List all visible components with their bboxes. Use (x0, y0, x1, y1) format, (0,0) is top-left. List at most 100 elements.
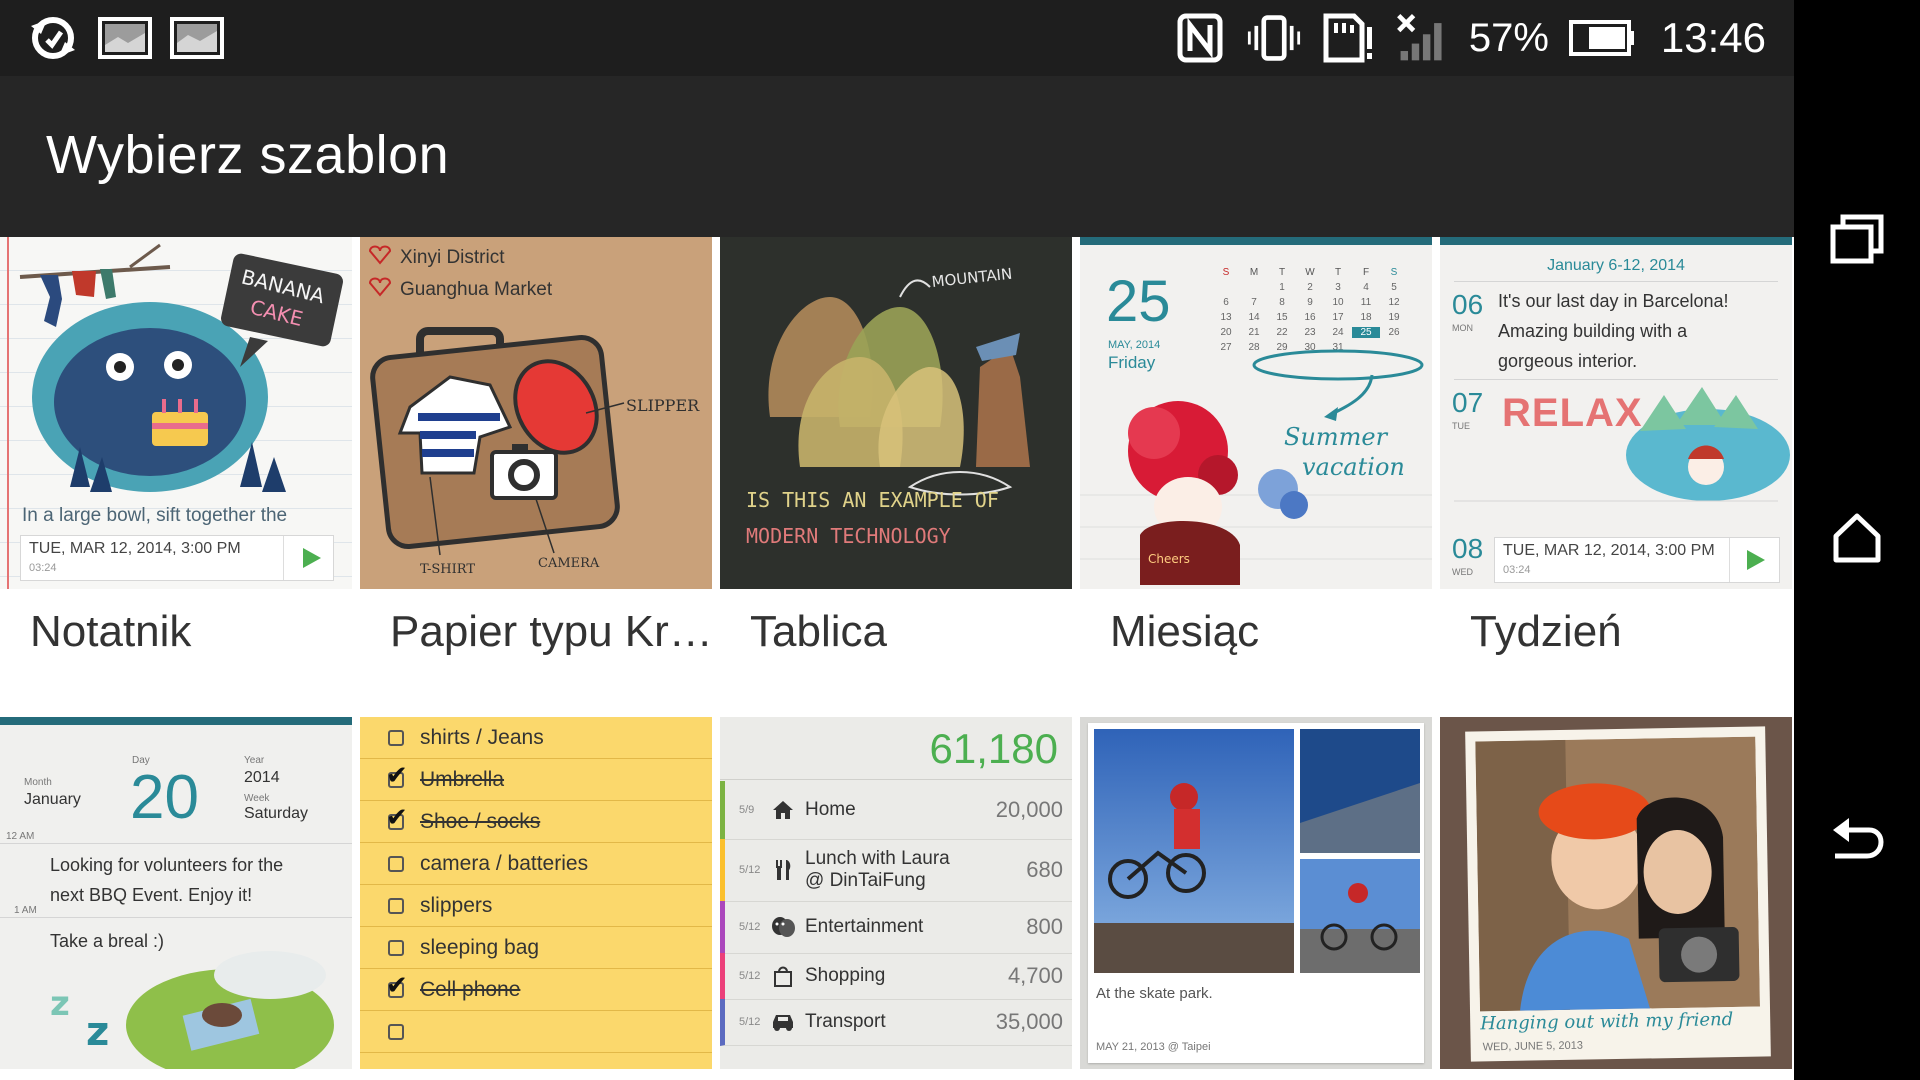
template-label-tablica: Tablica (750, 607, 887, 656)
home-button[interactable] (1824, 507, 1890, 573)
checklist-item[interactable]: ✔ Umbrella (360, 759, 712, 801)
page-title: Wybierz szablon (46, 125, 450, 185)
expense-total: 61,180 (929, 725, 1058, 772)
expense-row[interactable]: 5/12 Shopping 4,700 (720, 953, 1072, 1000)
checklist-item[interactable]: camera / batteries (360, 843, 712, 885)
expense-label-line1: Shopping (805, 965, 886, 986)
expense-label: Entertainment (805, 916, 1026, 938)
checklist-item[interactable]: ✔ Shoe / socks (360, 801, 712, 843)
expense-label: Transport (805, 1011, 996, 1033)
status-bar-left (26, 8, 224, 68)
checklist-item-text: Umbrella (420, 767, 505, 791)
recent-apps-button[interactable] (1824, 208, 1890, 274)
expense-row[interactable]: 5/12 Lunch with Laura @ DinTaiFung 680 (720, 839, 1072, 902)
label-camera: CAMERA (538, 556, 600, 571)
clock: 13:46 (1660, 14, 1766, 61)
car-icon (769, 1008, 797, 1036)
template-notatnik-tile[interactable]: BANANA CAKE In a large bowl, sift togeth… (0, 237, 352, 589)
screen: 57% 13:46 Wybierz szablon BANANA CAKE In… (0, 0, 1794, 1080)
battery-icon (1568, 11, 1635, 65)
expense-date: 5/9 (739, 804, 755, 816)
template-photo-tile[interactable]: At the skate park. MAY 21, 2013 @ Taipei (1080, 717, 1432, 1069)
sync-icon (26, 11, 80, 65)
checkbox[interactable] (388, 897, 404, 914)
badge-cheers: Cheers (1148, 552, 1190, 566)
fork-knife-icon (769, 856, 797, 884)
app-bar: Wybierz szablon (0, 76, 1794, 237)
audio-entry[interactable]: TUE, MAR 12, 2014, 3:00 PM 03:24 (20, 535, 334, 581)
play-icon[interactable] (301, 546, 323, 574)
checklist-item[interactable]: shirts / Jeans (360, 717, 712, 759)
expense-amount: 680 (1026, 857, 1063, 882)
entry-date: TUE, MAR 12, 2014, 3:00 PM (29, 540, 241, 557)
expense-label-line1: Entertainment (805, 916, 924, 937)
template-kraft-tile[interactable]: SLIPPER T-SHIRT CAMERA Xinyi District Gu… (360, 237, 712, 589)
expense-label-line1: Transport (805, 1011, 886, 1032)
checklist-item[interactable]: slippers (360, 885, 712, 927)
checklist-item-text: slippers (420, 893, 493, 917)
expense-date: 5/12 (739, 970, 761, 982)
expense-row[interactable]: 5/12 Transport 35,000 (720, 999, 1072, 1046)
expense-amount: 20,000 (995, 797, 1063, 822)
label-mountain: MOUNTAIN (931, 265, 1013, 291)
checklist-item[interactable] (360, 1011, 712, 1053)
shopping-bag-icon (769, 962, 797, 990)
expense-row[interactable]: 5/12 Entertainment 800 (720, 901, 1072, 954)
template-day-tile[interactable]: Month January Day 20 Year 2014 Week Satu… (0, 717, 352, 1069)
nfc-icon (1173, 11, 1227, 65)
template-tydzien-tile[interactable]: January 6-12, 2014 06 MON It's our last … (1440, 237, 1792, 589)
checklist-item-text: shirts / Jeans (420, 725, 544, 749)
note-vacation: vacation (1302, 453, 1405, 481)
note-text: In a large bowl, sift together the (22, 505, 288, 526)
checkmark-icon: ✔ (386, 761, 408, 791)
expense-label: Lunch with Laura @ DinTaiFung (805, 848, 1026, 892)
checklist-item[interactable]: ✔ Cell phone (360, 969, 712, 1011)
sd-card-alert-icon (1321, 11, 1375, 65)
back-button[interactable] (1824, 806, 1890, 872)
gallery-icon (98, 11, 152, 65)
expense-row[interactable]: 5/9 Home 20,000 (720, 781, 1072, 840)
template-checklist-tile[interactable]: shirts / Jeans ✔ Umbrella ✔ Shoe / socks came… (360, 717, 712, 1069)
play-icon[interactable] (1745, 548, 1767, 576)
checkmark-icon: ✔ (386, 803, 408, 833)
battery-percent: 57% (1468, 15, 1549, 60)
svg-text:z: z (50, 984, 70, 1024)
template-miesiac-tile[interactable]: 25 MAY, 2014 Friday S M T W T F S 123456… (1080, 237, 1432, 589)
skate-photos (1094, 729, 1420, 973)
chalk-line2: MODERN TECHNOLOGY (746, 524, 951, 548)
sleeping-illustration: z z (50, 951, 334, 1069)
checkbox[interactable] (388, 729, 404, 746)
recent-apps-icon (1829, 213, 1885, 269)
checkbox[interactable] (388, 1023, 404, 1040)
chalkboard-illustration: MOUNTAIN IS THIS AN EXAMPLE OF MODERN TE… (746, 265, 1030, 548)
expense-label: Shopping (805, 965, 1008, 987)
checkbox[interactable] (388, 939, 404, 956)
week-audio-entry[interactable]: TUE, MAR 12, 2014, 3:00 PM 03:24 (1494, 537, 1780, 583)
frame-caption: Hanging out with my friend (1480, 1009, 1734, 1035)
home-icon (1832, 512, 1882, 568)
checklist-item-text: sleeping bag (420, 935, 540, 959)
expense-amount: 800 (1026, 914, 1063, 939)
play-separator (283, 536, 284, 580)
photo-card: At the skate park. MAY 21, 2013 @ Taipei (1088, 723, 1424, 1063)
home-icon (769, 796, 797, 824)
expense-label-line2: @ DinTaiFung (805, 870, 926, 891)
vibrate-icon (1247, 11, 1301, 65)
play-separator (1729, 538, 1730, 582)
template-expense-tile[interactable]: 61,180 5/9 Home 20,000 5/12 Lunch with Laura… (720, 717, 1072, 1069)
label-tshirt: T-SHIRT (420, 562, 475, 577)
navigation-bar (1794, 0, 1920, 1080)
checkbox[interactable] (388, 855, 404, 872)
template-frame-tile[interactable]: Hanging out with my friend WED, JUNE 5, … (1440, 717, 1792, 1069)
week-day-wed: WED (1452, 567, 1473, 577)
back-icon (1829, 812, 1885, 866)
checklist-item-text: Cell phone (420, 977, 521, 1001)
checklist-item[interactable]: sleeping bag (360, 927, 712, 969)
checkmark-icon: ✔ (386, 971, 408, 1001)
checklist-item-text: Shoe / socks (420, 809, 541, 833)
expense-date: 5/12 (739, 921, 761, 933)
template-label-tydzien: Tydzień (1470, 607, 1622, 656)
template-tablica-tile[interactable]: MOUNTAIN IS THIS AN EXAMPLE OF MODERN TE… (720, 237, 1072, 589)
gallery-icon-2 (170, 11, 224, 65)
place-xinyi: Xinyi District (400, 247, 505, 268)
